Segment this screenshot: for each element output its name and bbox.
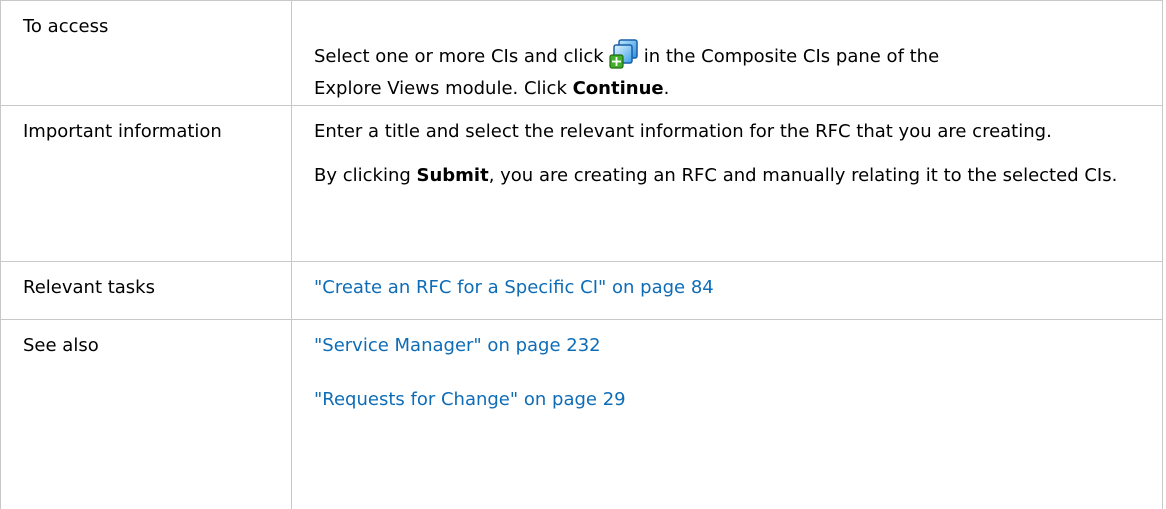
table-row-to-access: To access Select one or more CIs and cli… [0,0,1163,106]
add-composite-ci-icon [608,38,640,70]
link-service-manager[interactable]: "Service Manager" on page 232 [314,335,601,356]
row-label-cell: To access [0,0,292,106]
access-instructions: Select one or more CIs and click in the … [314,38,1132,105]
table-row-important-information: Important information Enter a title and … [0,105,1163,262]
para2-suffix: , you are creating an RFC and manually r… [488,165,1118,186]
row-label: To access [23,16,109,37]
row-description-cell: "Service Manager" on page 232 "Requests … [291,319,1163,509]
link-create-rfc-specific-ci[interactable]: "Create an RFC for a Specific CI" on pag… [314,277,714,298]
para2-prefix: By clicking [314,165,417,186]
table-row-see-also: See also "Service Manager" on page 232 "… [0,319,1163,509]
row-label: See also [23,335,99,356]
continue-label: Continue [572,78,664,99]
row-label: Relevant tasks [23,277,155,298]
info-table: To access Select one or more CIs and cli… [0,0,1163,509]
row-label: Important information [23,121,222,142]
submit-label: Submit [416,165,489,186]
row-label-cell: See also [0,319,292,509]
important-info-para2: By clicking Submit, you are creating an … [314,160,1132,192]
row-description-cell: Enter a title and select the relevant in… [291,105,1163,262]
link-requests-for-change[interactable]: "Requests for Change" on page 29 [314,389,626,410]
access-line2-after: . [663,78,670,99]
access-line2-before: Explore Views module. Click [314,78,573,99]
row-label-cell: Relevant tasks [0,261,292,320]
row-description-cell: "Create an RFC for a Specific CI" on pag… [291,261,1163,320]
row-description-cell: Select one or more CIs and click in the … [291,0,1163,106]
access-line1-before: Select one or more CIs and click [314,46,604,67]
access-line1-after: in the Composite CIs pane of the [643,46,940,67]
row-label-cell: Important information [0,105,292,262]
important-info-para1: Enter a title and select the relevant in… [314,121,1052,142]
table-row-relevant-tasks: Relevant tasks "Create an RFC for a Spec… [0,261,1163,320]
